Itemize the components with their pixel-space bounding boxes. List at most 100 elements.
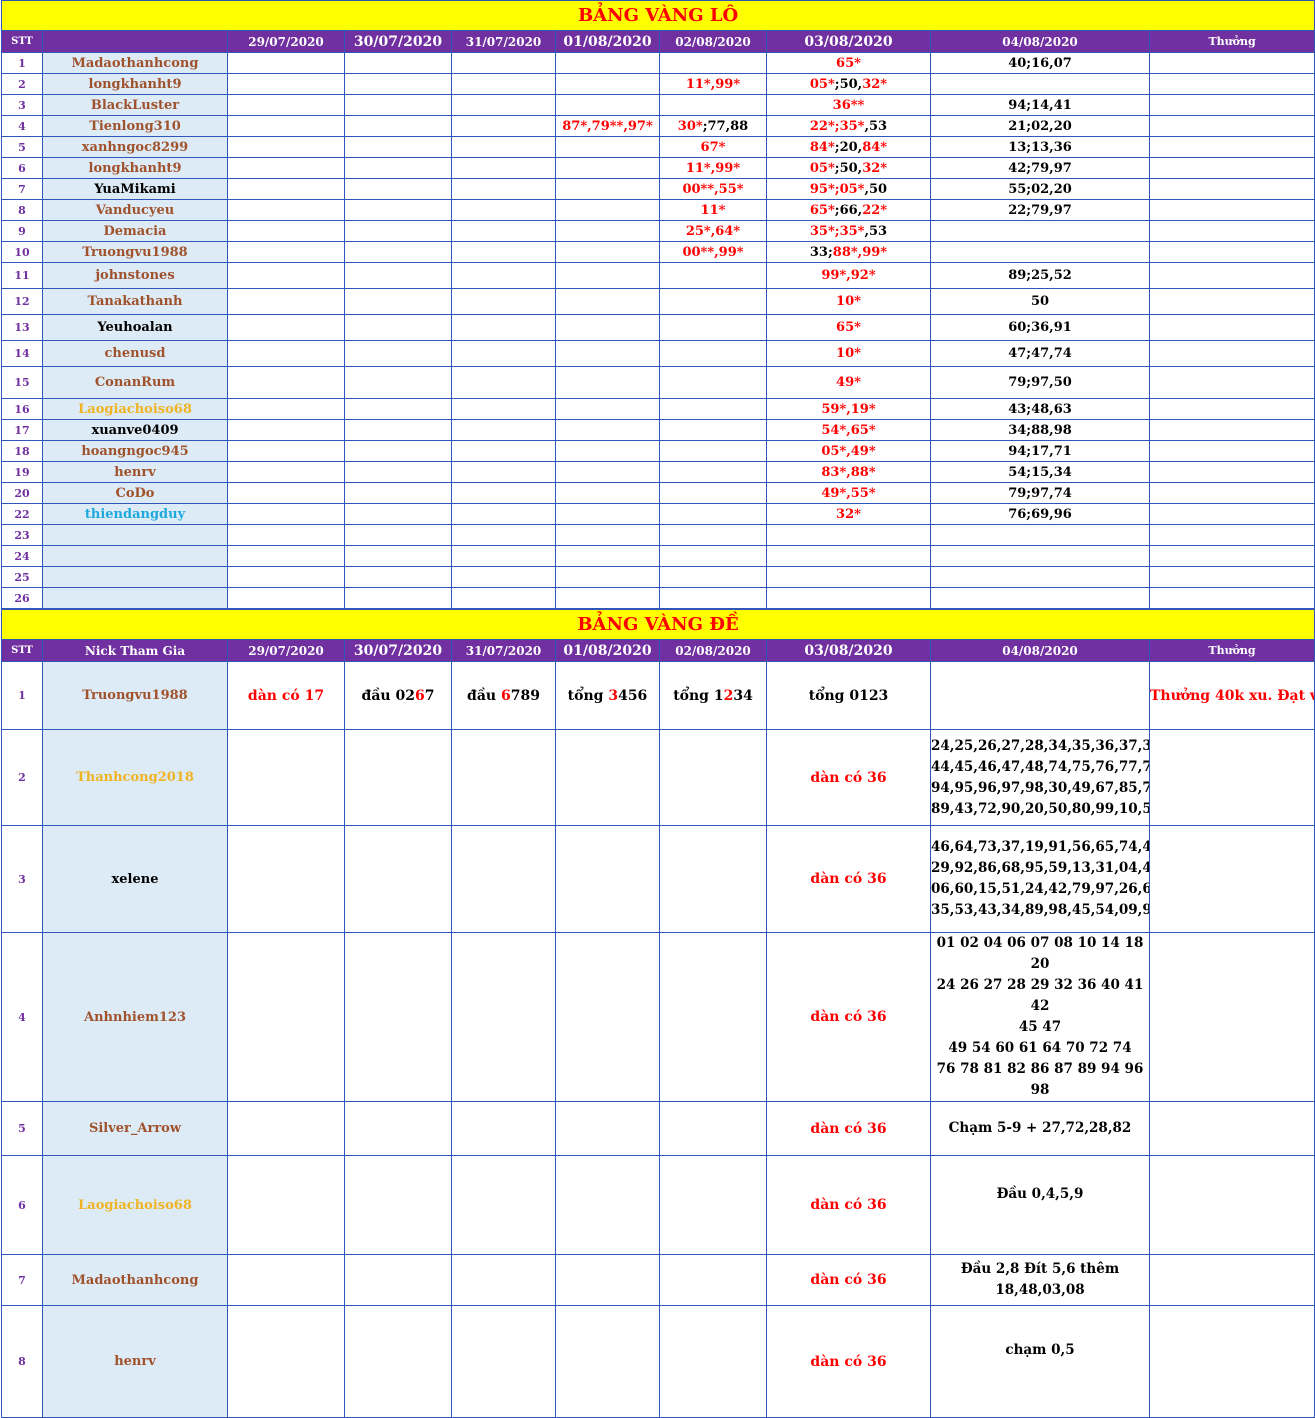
table-row: 20 CoDo 49*,55* 79;97,74	[1, 482, 1315, 504]
cell-text: 11*	[700, 202, 726, 218]
player-nick: Yeuhoalan	[42, 314, 228, 341]
result-cell: 60;36,91	[930, 314, 1150, 341]
table-row: 3 xelene dàn có 36 46,64,73,37,19,91,56,65,…	[1, 825, 1315, 933]
cell-text: 84*	[862, 139, 888, 155]
cell-text: 33;	[809, 244, 833, 260]
cell-text: 00**,99*	[682, 244, 744, 260]
cell-text: 59*,19*	[821, 401, 876, 417]
result-cell	[659, 825, 767, 933]
result-cell	[451, 1101, 556, 1156]
row-stt: 8	[1, 199, 43, 221]
result-cell	[659, 288, 767, 315]
result-cell	[451, 199, 556, 221]
result-cell	[659, 729, 767, 826]
result-cell	[227, 1101, 345, 1156]
result-cell	[227, 524, 345, 546]
cell-text: 88*,99*	[832, 244, 888, 260]
row-stt: 4	[1, 115, 43, 137]
prize-cell	[1148, 566, 1315, 588]
player-nick: Tanakathanh	[42, 288, 228, 315]
prize-cell: Thưởng 40k xu. Đạt vip	[1148, 661, 1315, 730]
result-cell	[659, 587, 767, 609]
result-cell	[451, 288, 556, 315]
result-cell	[344, 398, 452, 420]
result-cell	[555, 288, 660, 315]
result-cell	[451, 524, 556, 546]
cell-text: 34	[733, 687, 753, 704]
result-cell	[227, 482, 345, 504]
result-cell	[227, 825, 345, 933]
table-row: 6 longkhanht9 11*,99* 05*;50,32* 42;79,97	[1, 157, 1315, 179]
cell-text: 25*,64*	[685, 223, 741, 239]
result-cell	[555, 1101, 660, 1156]
result-cell: 21;02,20	[930, 115, 1150, 137]
result-cell: 87*,79**,97*	[555, 115, 660, 137]
number-line: 18,48,03,08	[995, 1282, 1085, 1298]
result-cell: 94;14,41	[930, 94, 1150, 116]
result-cell	[344, 115, 452, 137]
player-nick: ConanRum	[42, 366, 228, 399]
player-nick: BlackLuster	[42, 94, 228, 116]
result-cell: dàn có 36	[766, 1155, 931, 1255]
result-cell: 10*	[766, 340, 931, 367]
cell-text: ,50	[864, 181, 888, 197]
lo-title: BẢNG VÀNG LÔ	[0, 0, 1315, 31]
result-cell	[227, 115, 345, 137]
number-line: Chạm 5-9 + 27,72,28,82	[948, 1120, 1132, 1136]
col-header-date: 03/08/2020	[766, 30, 931, 53]
result-cell	[766, 587, 931, 609]
result-cell	[227, 1305, 345, 1418]
cell-text: 65*	[836, 320, 861, 335]
prize-cell	[1148, 503, 1315, 525]
result-cell	[930, 241, 1150, 263]
result-cell	[555, 825, 660, 933]
result-cell: 84*;20,84*	[766, 136, 931, 158]
result-cell: tổng 1234	[659, 661, 767, 730]
row-stt: 7	[1, 1254, 43, 1306]
col-header-date: 30/07/2020	[344, 30, 452, 53]
prize-cell	[1148, 419, 1315, 441]
number-line: 76 78 81 82 86 87 89 94 96 98	[936, 1061, 1144, 1098]
row-stt: 2	[1, 73, 43, 95]
result-cell	[227, 461, 345, 483]
result-cell: đầu 0267	[344, 661, 452, 730]
prize-cell	[1148, 199, 1315, 221]
result-cell	[555, 199, 660, 221]
prize-cell	[1148, 545, 1315, 567]
cell-text: ;50,	[834, 76, 863, 92]
result-cell	[451, 503, 556, 525]
result-cell	[344, 1254, 452, 1306]
result-cell	[659, 1155, 767, 1255]
prize-cell	[1148, 524, 1315, 546]
result-cell: 05*;50,32*	[766, 73, 931, 95]
result-cell	[344, 932, 452, 1102]
result-cell	[451, 587, 556, 609]
prize-cell	[1148, 398, 1315, 420]
prize-cell	[1148, 94, 1315, 116]
cell-text: 84*	[809, 139, 835, 155]
result-cell	[659, 94, 767, 116]
cell-text: 3	[608, 687, 619, 704]
cell-text: 2	[723, 687, 734, 704]
cell-text: 30*	[677, 118, 703, 134]
prize-cell	[1148, 825, 1315, 933]
number-line: 44,45,46,47,48,74,75,76,77,78	[931, 758, 1150, 775]
number-line: 45 47	[1018, 1019, 1062, 1035]
result-cell	[227, 729, 345, 826]
result-cell	[227, 94, 345, 116]
number-line: 35,53,43,34,89,98,45,54,09,90.	[931, 902, 1150, 918]
cell-text: 35*;35*	[809, 223, 865, 239]
result-cell: 89;25,52	[930, 262, 1150, 289]
cell-text: 65*	[809, 202, 835, 218]
row-stt: 25	[1, 566, 43, 588]
result-cell	[344, 136, 452, 158]
prize-cell	[1148, 932, 1315, 1102]
result-cell	[227, 503, 345, 525]
cell-text: 65*	[836, 55, 861, 71]
cell-text: ;20,	[834, 139, 863, 155]
prize-cell	[1148, 1305, 1315, 1418]
result-cell	[451, 340, 556, 367]
player-nick: henrv	[42, 461, 228, 483]
prize-cell	[1148, 288, 1315, 315]
result-cell	[555, 503, 660, 525]
